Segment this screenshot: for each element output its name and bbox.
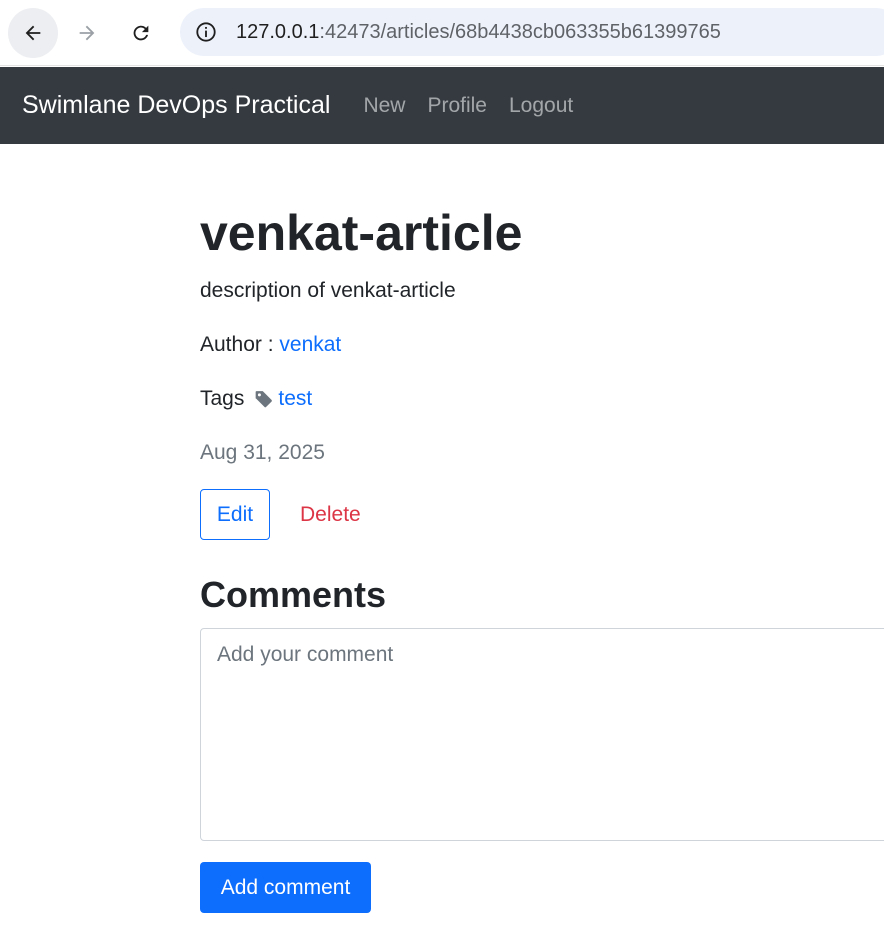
- add-comment-button[interactable]: Add comment: [200, 862, 371, 913]
- nav-link-profile[interactable]: Profile: [427, 94, 487, 118]
- nav-link-new[interactable]: New: [363, 94, 405, 118]
- nav-links: New Profile Logout: [352, 94, 584, 118]
- tag-icon: [254, 389, 274, 409]
- url-text: 127.0.0.1:42473/articles/68b4438cb063355…: [236, 21, 721, 44]
- article-description: description of venkat-article: [200, 279, 456, 302]
- nav-link-logout[interactable]: Logout: [509, 94, 573, 118]
- reload-button[interactable]: [116, 8, 166, 58]
- comment-input[interactable]: [200, 628, 884, 841]
- author-row: Author : venkat: [200, 333, 341, 357]
- tags-label: Tags: [200, 387, 245, 410]
- forward-button[interactable]: [62, 8, 112, 58]
- article-title: venkat-article: [200, 205, 523, 261]
- address-bar[interactable]: 127.0.0.1:42473/articles/68b4438cb063355…: [180, 8, 884, 56]
- article-date: Aug 31, 2025: [200, 441, 325, 464]
- delete-button[interactable]: Delete: [284, 489, 377, 540]
- reload-icon: [133, 25, 149, 41]
- browser-toolbar: 127.0.0.1:42473/articles/68b4438cb063355…: [0, 0, 884, 66]
- url-path: :42473/articles/68b4438cb063355b61399765: [319, 20, 721, 43]
- back-button[interactable]: [8, 8, 58, 58]
- arrow-right-icon: [79, 25, 95, 41]
- tags-row: Tags test: [200, 387, 312, 411]
- edit-button[interactable]: Edit: [200, 489, 270, 540]
- brand-link[interactable]: Swimlane DevOps Practical: [22, 91, 330, 120]
- site-info-icon[interactable]: [194, 20, 218, 44]
- url-host: 127.0.0.1: [236, 20, 320, 43]
- author-label: Author :: [200, 333, 280, 356]
- arrow-left-icon: [25, 25, 41, 41]
- author-link[interactable]: venkat: [279, 333, 341, 356]
- tag-link[interactable]: test: [278, 387, 312, 411]
- comments-heading: Comments: [200, 574, 387, 615]
- site-navbar: Swimlane DevOps Practical New Profile Lo…: [0, 67, 884, 144]
